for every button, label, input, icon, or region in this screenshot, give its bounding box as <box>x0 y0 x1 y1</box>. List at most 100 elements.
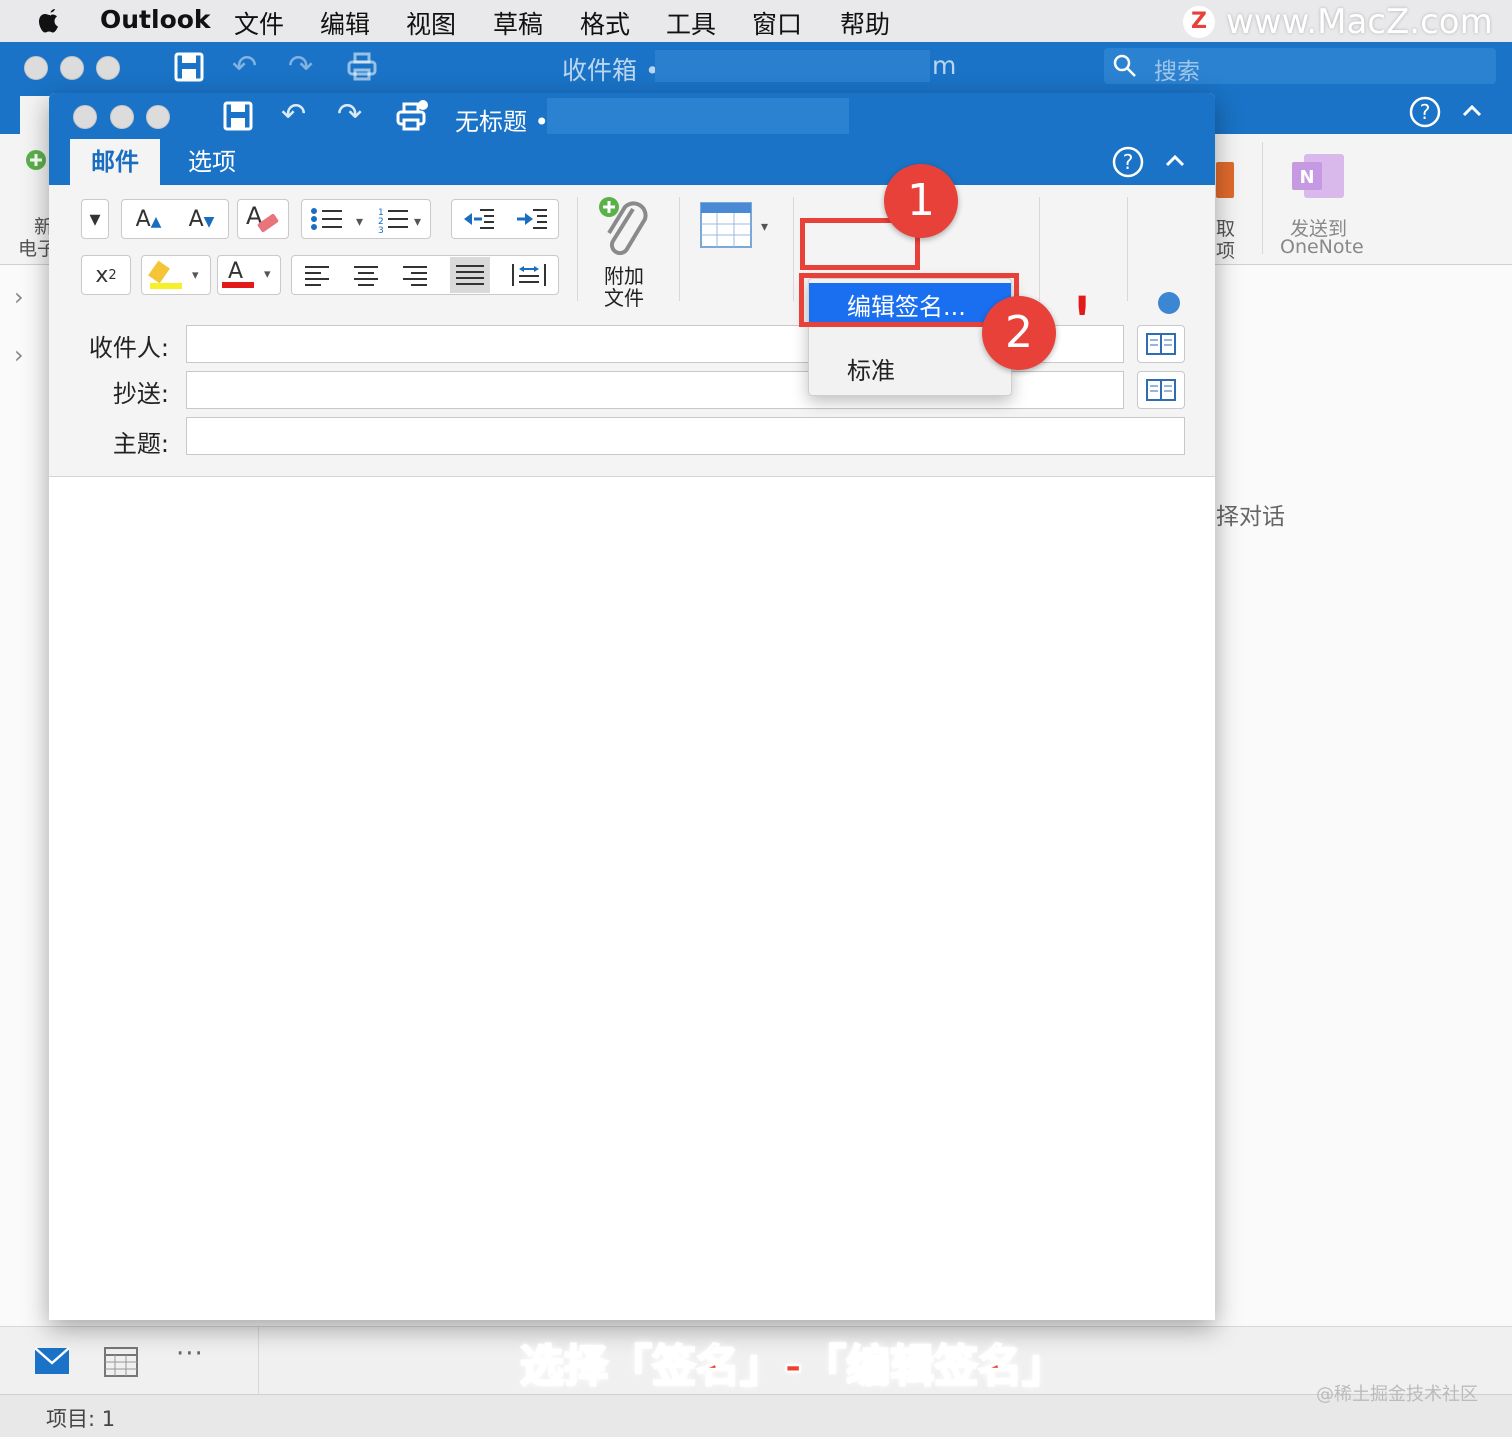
to-address-book-button[interactable] <box>1137 325 1185 363</box>
subject-label: 主题: <box>112 430 169 458</box>
main-active-tab[interactable] <box>20 96 50 134</box>
compose-window: ↶ ↷ 无标题 • 邮件 选项 ? ▾ A▲ A▼ A ▾ 1 2 3 ▾ x … <box>49 93 1215 1320</box>
compose-minimize-button[interactable] <box>110 105 134 129</box>
font-color-button[interactable]: A ▾ <box>217 255 281 295</box>
align-right-icon[interactable] <box>401 264 429 286</box>
search-box[interactable]: 搜索 <box>1104 48 1496 85</box>
table-icon[interactable]: ▾ <box>699 201 777 251</box>
folder-expand-icon[interactable]: › <box>14 341 24 369</box>
compose-ribbon-tabs: 邮件 选项 ? <box>49 139 1215 185</box>
main-minimize-button[interactable] <box>60 56 84 80</box>
onenote-label-2: OneNote <box>1280 236 1364 258</box>
menu-help[interactable]: 帮助 <box>840 5 890 41</box>
calendar-icon[interactable] <box>104 1345 138 1377</box>
main-close-button[interactable] <box>24 56 48 80</box>
address-book-icon <box>1146 333 1176 355</box>
menu-tools[interactable]: 工具 <box>666 5 716 41</box>
office-addins-icon[interactable] <box>1214 152 1236 202</box>
onenote-icon[interactable]: N <box>1290 150 1348 202</box>
menu-window[interactable]: 窗口 <box>752 5 802 41</box>
tutorial-caption: 选择「签名」-「编辑签名」 <box>519 1340 1067 1393</box>
grow-font-button[interactable]: A▲ <box>136 207 162 232</box>
more-apps-button[interactable]: ··· <box>176 1339 204 1369</box>
item-count: 项目: 1 <box>46 1407 116 1431</box>
decrease-indent-icon[interactable] <box>462 206 496 232</box>
font-size-buttons: A▲ A▼ <box>121 199 229 239</box>
increase-indent-icon[interactable] <box>515 206 549 232</box>
help-icon[interactable]: ? <box>1111 145 1145 179</box>
justify-icon[interactable] <box>450 257 491 293</box>
ribbon-divider <box>1262 142 1263 254</box>
ribbon-divider <box>1127 197 1128 301</box>
menu-edit[interactable]: 编辑 <box>320 5 370 41</box>
get-addins-label-2: 项 <box>1216 240 1236 262</box>
svg-text:▾: ▾ <box>192 268 199 283</box>
menu-item-standard[interactable]: 标准 <box>809 347 1011 387</box>
cc-label: 抄送: <box>112 380 169 408</box>
subject-field[interactable] <box>186 417 1185 455</box>
svg-text:▾: ▾ <box>356 214 363 230</box>
search-icon <box>1113 54 1136 77</box>
main-window-titlebar: ↶ ↷ 收件箱 • m 搜索 <box>0 42 1512 92</box>
help-icon[interactable]: ? <box>1408 95 1442 129</box>
redo-icon[interactable]: ↷ <box>337 100 362 130</box>
superscript-button[interactable]: x2 <box>81 255 131 295</box>
menu-file[interactable]: 文件 <box>234 5 284 41</box>
print-icon[interactable] <box>346 50 378 82</box>
save-icon[interactable] <box>174 52 204 82</box>
search-placeholder: 搜索 <box>1154 59 1200 85</box>
tab-mail[interactable]: 邮件 <box>70 139 160 185</box>
bullet-list-icon: ▾ 123 ▾ <box>311 208 421 234</box>
menu-app-name[interactable]: Outlook <box>100 5 211 34</box>
superscript-label: x <box>95 262 109 288</box>
folder-expand-icon[interactable]: › <box>14 283 24 311</box>
align-left-icon[interactable] <box>303 264 331 286</box>
reading-pane-hint: 择对话 <box>1216 504 1285 530</box>
svg-text:▾: ▾ <box>264 267 271 282</box>
menu-draft[interactable]: 草稿 <box>493 5 543 41</box>
svg-text:▾: ▾ <box>761 219 768 235</box>
menu-view[interactable]: 视图 <box>406 5 456 41</box>
compose-title: 无标题 • <box>455 108 549 136</box>
paperclip-icon[interactable] <box>599 193 653 259</box>
new-email-icon[interactable] <box>24 148 50 208</box>
collapse-ribbon-icon[interactable] <box>1460 102 1484 120</box>
font-size-dropdown[interactable]: ▾ <box>81 199 109 239</box>
highlight-button[interactable]: ▾ <box>141 255 211 295</box>
grow-font-label: A <box>135 206 151 232</box>
apple-icon[interactable] <box>36 6 64 36</box>
shrink-font-button[interactable]: A▼ <box>189 207 215 232</box>
bullet-list-button[interactable]: ▾ 123 ▾ <box>301 199 431 239</box>
message-body[interactable] <box>49 477 1215 1320</box>
main-zoom-button[interactable] <box>96 56 120 80</box>
main-title-suffix: m <box>932 51 957 80</box>
ribbon-divider <box>679 197 680 301</box>
credit-watermark: @稀土掘金技术社区 <box>1316 1384 1478 1405</box>
ribbon-divider <box>577 197 578 301</box>
redo-icon[interactable]: ↷ <box>288 52 313 82</box>
save-icon[interactable] <box>223 101 253 131</box>
print-icon[interactable] <box>395 99 429 133</box>
ribbon-divider <box>793 197 794 301</box>
collapse-ribbon-icon[interactable] <box>1163 152 1187 170</box>
clear-formatting-button[interactable]: A <box>237 199 289 239</box>
cc-address-book-button[interactable] <box>1137 371 1185 409</box>
mail-icon[interactable] <box>34 1347 70 1375</box>
compose-close-button[interactable] <box>73 105 97 129</box>
undo-icon[interactable]: ↶ <box>281 100 306 130</box>
step-2-callout: 2 <box>982 296 1056 370</box>
watermark-text: www.MacZ.com <box>1226 2 1493 42</box>
menu-format[interactable]: 格式 <box>580 5 630 41</box>
attach-file-label-2: 文件 <box>604 286 644 310</box>
highlighter-icon: ▾ <box>148 260 199 289</box>
align-center-icon[interactable] <box>352 264 380 286</box>
main-window-title: 收件箱 • <box>562 56 660 85</box>
eraser-icon: A <box>246 202 279 233</box>
compose-zoom-button[interactable] <box>146 105 170 129</box>
alignment-buttons <box>291 255 559 295</box>
undo-icon[interactable]: ↶ <box>232 52 257 82</box>
address-book-icon <box>1146 379 1176 401</box>
indent-buttons <box>451 199 559 239</box>
tab-options[interactable]: 选项 <box>168 139 256 185</box>
distributed-icon[interactable] <box>511 262 547 288</box>
